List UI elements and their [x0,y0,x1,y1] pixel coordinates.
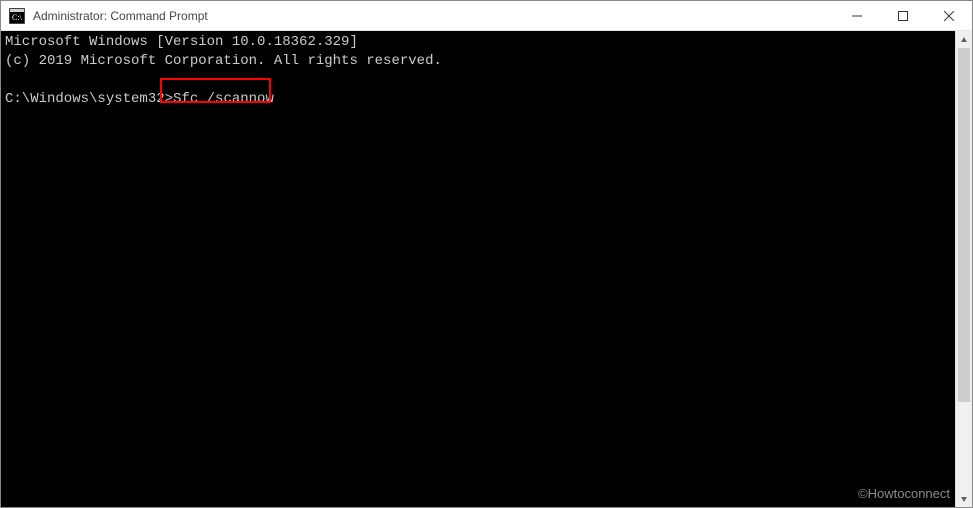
titlebar[interactable]: C:\ Administrator: Command Prompt [1,1,972,31]
close-button[interactable] [926,1,972,30]
scrollbar-track[interactable] [956,48,972,490]
cmd-icon: C:\ [9,8,25,24]
vertical-scrollbar[interactable] [955,31,972,507]
terminal-line-copyright: (c) 2019 Microsoft Corporation. All righ… [5,53,442,69]
minimize-button[interactable] [834,1,880,30]
terminal-output[interactable]: Microsoft Windows [Version 10.0.18362.32… [1,31,955,507]
command-prompt-window: C:\ Administrator: Command Prompt Micros… [0,0,973,508]
maximize-button[interactable] [880,1,926,30]
terminal-prompt: C:\Windows\system32> [5,91,173,107]
content-area: Microsoft Windows [Version 10.0.18362.32… [1,31,972,507]
window-title: Administrator: Command Prompt [31,9,834,23]
terminal-line-version: Microsoft Windows [Version 10.0.18362.32… [5,34,358,50]
scroll-up-arrow-icon[interactable] [956,31,972,48]
scrollbar-thumb[interactable] [958,48,970,402]
window-controls [834,1,972,30]
terminal-command[interactable]: Sfc /scannow [173,91,274,107]
scroll-down-arrow-icon[interactable] [956,490,972,507]
svg-text:C:\: C:\ [12,13,23,22]
